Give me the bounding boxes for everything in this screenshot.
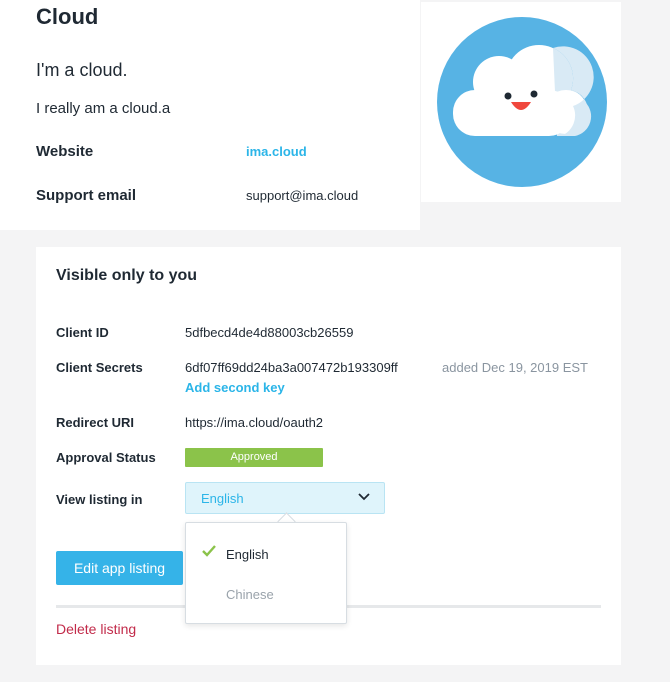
client-secrets-label: Client Secrets — [56, 360, 143, 375]
view-listing-label: View listing in — [56, 492, 143, 507]
client-secret-added-date: added Dec 19, 2019 EST — [442, 360, 588, 375]
delete-listing-link[interactable]: Delete listing — [56, 621, 136, 637]
redirect-uri-value: https://ima.cloud/oauth2 — [185, 415, 324, 430]
add-second-key-link[interactable]: Add second key — [185, 380, 285, 395]
client-id-value: 5dfbecd4de4d88003cb26559 — [185, 325, 354, 340]
app-logo — [421, 2, 621, 202]
language-option-chinese[interactable]: Chinese — [226, 587, 274, 602]
client-secret-value: 6df07ff69dd24ba3a007472b193309ff — [185, 360, 398, 375]
edit-app-listing-button[interactable]: Edit app listing — [56, 551, 183, 585]
approval-status-label: Approval Status — [56, 450, 156, 465]
chevron-down-icon — [358, 493, 370, 501]
cloud-face-icon — [437, 17, 607, 187]
language-option-english[interactable]: English — [226, 547, 269, 562]
language-select[interactable]: English — [185, 482, 385, 514]
panel-title: Visible only to you — [56, 267, 198, 284]
support-email-value: support@ima.cloud — [246, 188, 359, 203]
website-label: Website — [36, 143, 94, 160]
app-description: I really am a cloud.a — [36, 100, 171, 117]
language-select-value: English — [201, 491, 244, 506]
client-id-label: Client ID — [56, 325, 109, 340]
app-tagline: I'm a cloud. — [36, 60, 128, 80]
app-summary-card: Cloud I'm a cloud. I really am a cloud.a… — [0, 0, 420, 230]
check-icon — [202, 545, 216, 557]
website-link[interactable]: ima.cloud — [246, 144, 307, 159]
support-email-label: Support email — [36, 187, 137, 204]
redirect-uri-label: Redirect URI — [56, 415, 135, 430]
app-name: Cloud — [36, 4, 99, 29]
language-dropdown-menu: English Chinese — [185, 522, 347, 624]
approval-status-badge: Approved — [185, 448, 323, 467]
